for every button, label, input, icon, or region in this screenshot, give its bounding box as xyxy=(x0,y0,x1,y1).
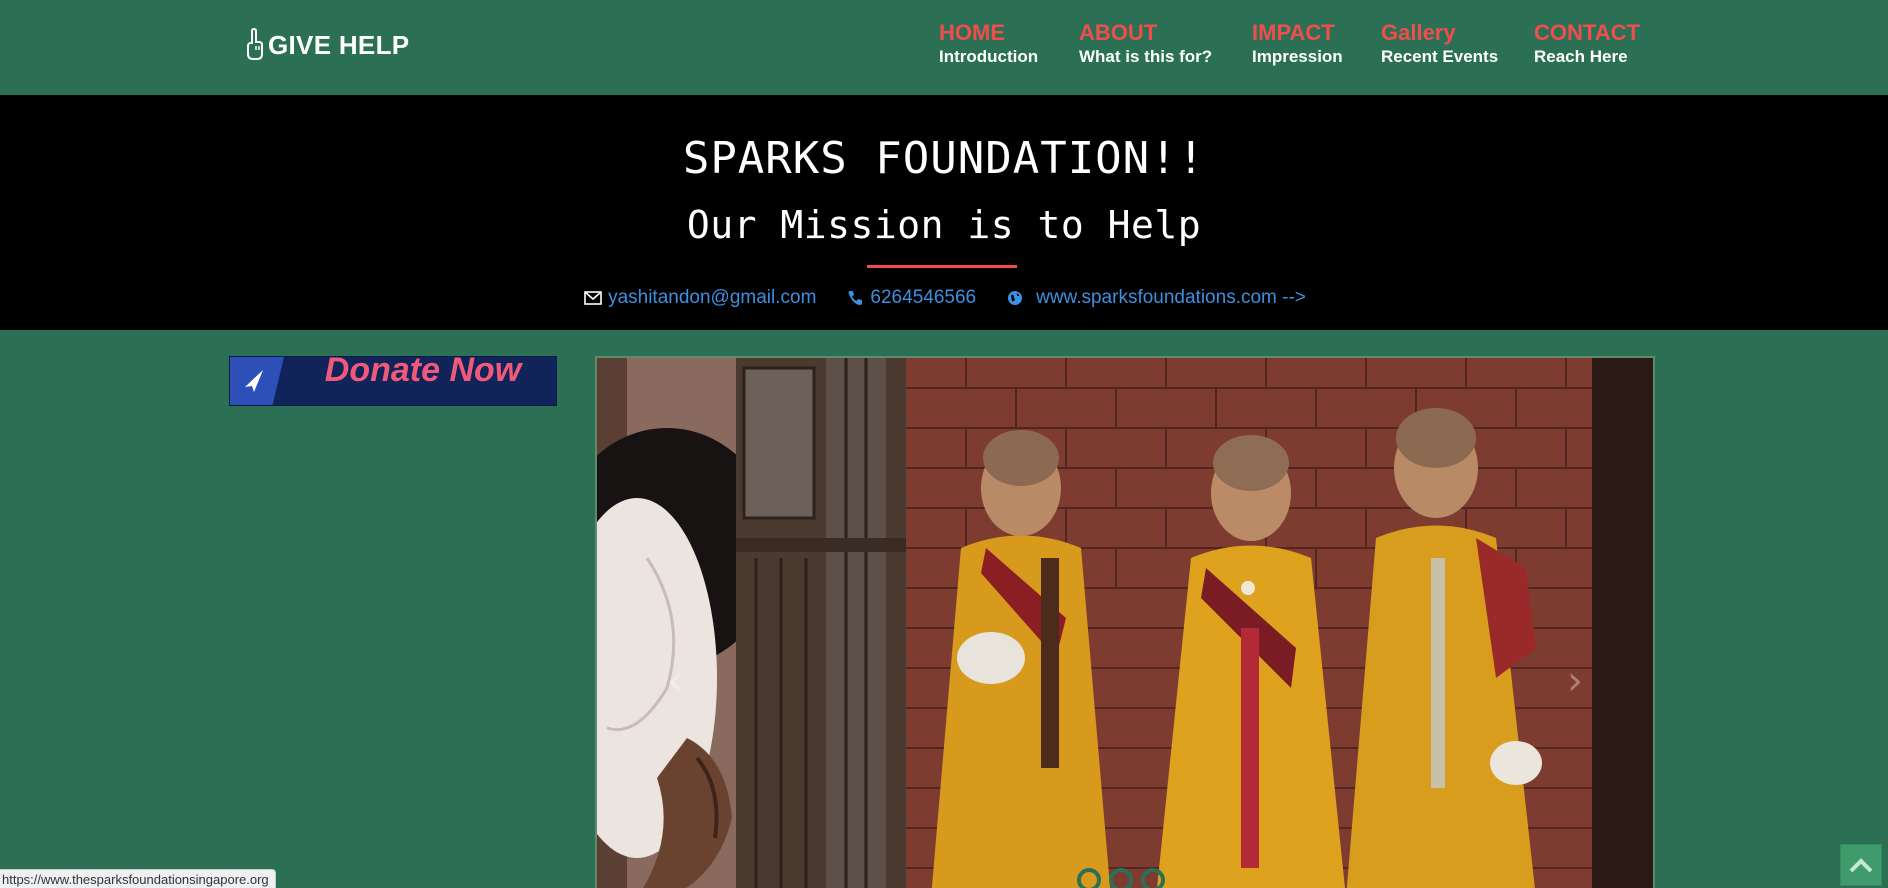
nav-item-contact[interactable]: CONTACT Reach Here xyxy=(1534,20,1640,68)
paper-plane-icon xyxy=(245,370,263,392)
nav-item-label: CONTACT xyxy=(1534,20,1640,45)
carousel-indicators xyxy=(1077,868,1165,888)
image-carousel[interactable]: ‹ › xyxy=(595,356,1655,888)
top-navbar: GIVE HELP HOME Introduction ABOUT What i… xyxy=(0,0,1888,95)
nav-item-home[interactable]: HOME Introduction xyxy=(939,20,1038,68)
donate-tab xyxy=(230,357,284,405)
nav-item-sublabel: Impression xyxy=(1252,47,1343,66)
chevron-up-icon xyxy=(1849,858,1873,873)
nav-item-label: ABOUT xyxy=(1079,20,1158,45)
donate-label: Donate Now xyxy=(324,356,522,389)
nav-item-sublabel: Introduction xyxy=(939,47,1039,66)
email-text: yashitandon@gmail.com xyxy=(608,287,817,308)
nav-item-impact[interactable]: IMPACT Impression xyxy=(1252,20,1343,68)
hero-subtitle: Our Mission is to Help xyxy=(686,203,1202,247)
status-bar-url: https://www.thesparksfoundationsingapore… xyxy=(0,869,276,888)
email-link[interactable]: yashitandon@gmail.com xyxy=(582,287,816,309)
chevron-left-icon[interactable]: ‹ xyxy=(667,658,683,704)
nav-item-sublabel: What is this for? xyxy=(1079,47,1213,66)
globe-icon xyxy=(1004,287,1026,309)
nav-item-label: IMPACT xyxy=(1252,20,1335,45)
website-text: www.sparksfoundations.com --> xyxy=(1036,287,1306,308)
nav-item-sublabel: Reach Here xyxy=(1534,47,1628,66)
hero-divider xyxy=(867,265,1017,268)
donate-now-button[interactable]: Donate Now xyxy=(229,356,557,406)
carousel-slide-partial-photo xyxy=(597,358,777,888)
carousel-dot[interactable] xyxy=(1141,868,1165,888)
contact-info-row: yashitandon@gmail.com 6264546566 www.spa… xyxy=(0,287,1888,309)
envelope-icon xyxy=(582,287,604,309)
hero-banner: SPARKS FOUNDATION!! Our Mission is to He… xyxy=(0,95,1888,330)
carousel-slide-active-photo xyxy=(736,358,1653,888)
phone-icon xyxy=(844,287,866,309)
nav-item-label: Gallery xyxy=(1381,20,1456,45)
main-nav: HOME Introduction ABOUT What is this for… xyxy=(0,20,1888,70)
phone-text: 6264546566 xyxy=(870,287,977,308)
carousel-dot[interactable] xyxy=(1077,868,1101,888)
chevron-right-icon[interactable]: › xyxy=(1567,658,1583,704)
nav-item-label: HOME xyxy=(939,20,1005,45)
carousel-dot[interactable] xyxy=(1109,868,1133,888)
phone-link[interactable]: 6264546566 xyxy=(844,287,976,309)
scroll-to-top-button[interactable] xyxy=(1840,844,1882,886)
nav-item-about[interactable]: ABOUT What is this for? xyxy=(1079,20,1212,68)
nav-item-gallery[interactable]: Gallery Recent Events xyxy=(1381,20,1498,68)
website-link[interactable]: www.sparksfoundations.com --> xyxy=(1004,287,1306,309)
nav-item-sublabel: Recent Events xyxy=(1381,47,1499,66)
hero-title: SPARKS FOUNDATION!! xyxy=(682,133,1206,184)
